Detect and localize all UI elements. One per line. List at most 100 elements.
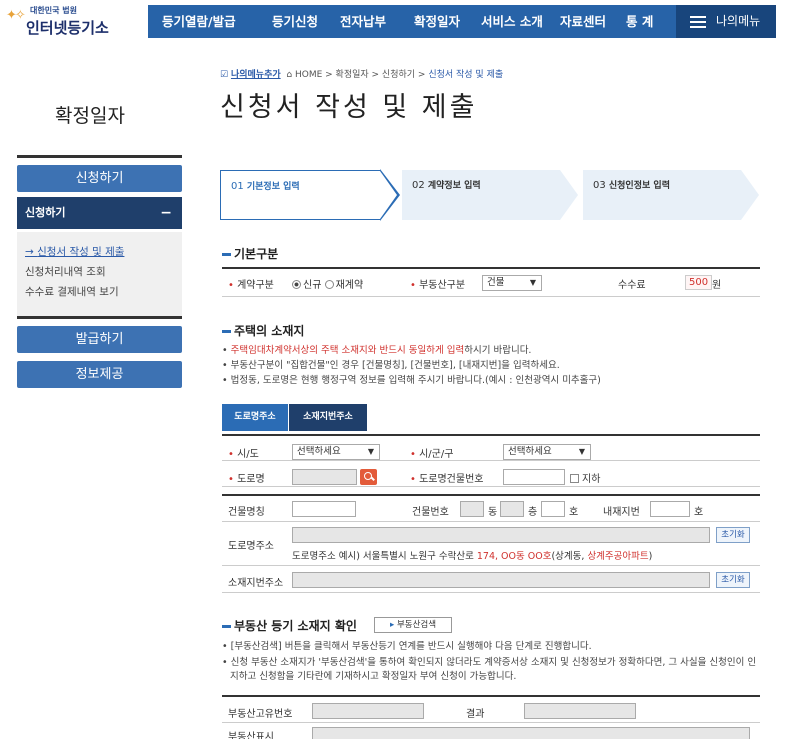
- nav-registry-view[interactable]: 등기열람/발급: [162, 5, 236, 38]
- lot-address-label: 소재지번주소: [228, 578, 284, 589]
- address-note-3: • 법정동, 도로명은 현행 행정구역 정보를 입력해 주시기 바랍니다.(예시…: [222, 375, 601, 386]
- road-address-field: [292, 527, 710, 543]
- section-address-head: 주택의 소재지: [222, 322, 304, 339]
- collapse-icon[interactable]: −: [160, 197, 172, 229]
- nav-resource-center[interactable]: 자료센터: [560, 5, 606, 38]
- sidebar-title: 확정일자: [55, 105, 125, 127]
- building-dong-field[interactable]: [460, 501, 484, 517]
- road-address-example: 도로명주소 예시) 서울특별시 노원구 수락산로 174, OO동 OO호(상계…: [292, 551, 653, 562]
- result-label: 결과: [466, 709, 485, 720]
- sidebar-item-write-apply[interactable]: → 신청서 작성 및 제출: [17, 242, 182, 262]
- sidebar-divider-2: [17, 316, 182, 319]
- nav-registry-apply[interactable]: 등기신청: [272, 5, 318, 38]
- table-top-line: [222, 267, 760, 269]
- road-name-label: • 도로명: [228, 474, 265, 485]
- nav-fixed-date[interactable]: 확정일자: [414, 5, 460, 38]
- section-title: 기본구분: [234, 247, 279, 261]
- step-label: 계약정보 입력: [427, 181, 481, 191]
- realty-type-label: • 부동산구분: [410, 280, 466, 291]
- section-confirm-head: 부동산 등기 소재지 확인: [222, 617, 357, 634]
- table-top-line: [222, 434, 760, 436]
- road-address-label: 도로명주소: [228, 541, 274, 552]
- address-note-2: • 부동산구분이 "집합건물"인 경우 [건물명칭], [건물번호], [내재지…: [222, 360, 560, 371]
- confirm-note-2: • 신청 부동산 소재지가 '부동산검색'을 통하여 확인되지 않더라도 계약증…: [222, 657, 757, 668]
- sidebar-item-history[interactable]: 신청처리내역 조회: [17, 262, 182, 282]
- building-ho-field[interactable]: [541, 501, 565, 517]
- unique-no-label: 부동산고유번호: [228, 709, 293, 720]
- nav-e-payment[interactable]: 전자납부: [340, 5, 386, 38]
- arrow-icon: ▸: [389, 620, 395, 630]
- dong-unit: 동: [488, 507, 498, 518]
- logo-subtitle: 대한민국 법원: [30, 6, 77, 15]
- table-line: [222, 565, 760, 566]
- table-top-line: [222, 695, 760, 697]
- step-1: 01 기본정보 입력: [220, 169, 400, 221]
- breadcrumb-current: 신청서 작성 및 제출: [428, 70, 504, 80]
- table-line: [222, 592, 760, 593]
- road-name-field[interactable]: [292, 469, 357, 485]
- table-line: [222, 486, 760, 487]
- contract-radio-group: 신규 재계약: [292, 276, 363, 291]
- inner-lot-field[interactable]: [650, 501, 690, 517]
- building-name-label: 건물명칭: [228, 507, 265, 518]
- reset-lot-button[interactable]: 초기화: [716, 572, 750, 588]
- sidebar-divider: [17, 155, 182, 158]
- step-2: 02 계약정보 입력: [402, 170, 582, 220]
- basement-checkbox[interactable]: 지하: [570, 470, 600, 485]
- confirm-note-3: 지하고 신청함을 기타란에 기재하시고 확정일자 부여 신청이 가능합니다.: [230, 671, 517, 682]
- sidebar-sub-head[interactable]: 신청하기 −: [17, 197, 182, 229]
- tab-lot-address[interactable]: 소재지번주소: [289, 404, 367, 431]
- section-basic-head: 기본구분: [222, 245, 278, 262]
- sido-select[interactable]: 선택하세요 ▼: [292, 444, 380, 460]
- address-note-1: • 주택임대차계약서상의 주택 소재지와 반드시 동일하게 입력하시기 바랍니다…: [222, 345, 532, 356]
- realty-type-select[interactable]: 건물 ▼: [482, 275, 542, 291]
- fee-value: 500: [685, 275, 713, 290]
- realty-search-button[interactable]: ▸ 부동산검색: [374, 617, 452, 633]
- page-title: 신청서 작성 및 제출: [220, 92, 478, 123]
- my-menu-button[interactable]: 나의메뉴: [676, 5, 776, 38]
- contract-type-label: • 계약구분: [228, 280, 274, 291]
- confirm-note-1: • [부동산검색] 버튼을 클릭해서 부동산등기 연계를 반드시 실행해야 다음…: [222, 641, 592, 652]
- tab-road-address[interactable]: 도로명주소: [222, 404, 288, 431]
- ho-unit: 호: [569, 507, 579, 518]
- radio-new[interactable]: 신규: [292, 280, 321, 291]
- step-label: 신청인정보 입력: [608, 181, 670, 191]
- road-search-button[interactable]: [360, 469, 377, 485]
- sigungu-select[interactable]: 선택하세요 ▼: [503, 444, 591, 460]
- sidebar-info-head[interactable]: 정보제공: [17, 361, 182, 388]
- step-num: 02: [412, 180, 425, 191]
- reset-road-button[interactable]: 초기화: [716, 527, 750, 543]
- inner-ho-unit: 호: [694, 507, 704, 518]
- building-floor-field[interactable]: [500, 501, 524, 517]
- building-name-field[interactable]: [292, 501, 356, 517]
- road-building-no-field[interactable]: [503, 469, 565, 485]
- site-logo[interactable]: ✦✧ 대한민국 법원 인터넷등기소: [4, 2, 139, 38]
- road-building-no-label: • 도로명건물번호: [410, 474, 484, 485]
- sidebar-links: → 신청서 작성 및 제출 신청처리내역 조회 수수료 결제내역 보기: [17, 232, 182, 316]
- step-num: 01: [231, 181, 244, 192]
- nav-service-intro[interactable]: 서비스 소개: [481, 5, 543, 38]
- breadcrumb: ☑ 나의메뉴추가 ⌂ HOME > 확정일자 > 신청하기 > 신청서 작성 및…: [220, 67, 503, 80]
- logo-emblem-icon: ✦✧: [6, 8, 26, 23]
- sidebar-issue-head[interactable]: 발급하기: [17, 326, 182, 353]
- fee-label: 수수료: [618, 280, 646, 291]
- step-3: 03 신청인정보 입력: [583, 170, 763, 220]
- table-line: [222, 296, 760, 297]
- sidebar-apply-head[interactable]: 신청하기: [17, 165, 182, 192]
- home-icon: ⌂: [286, 70, 293, 80]
- sidebar-sub-label: 신청하기: [25, 206, 66, 219]
- result-field: [524, 703, 636, 719]
- lot-address-field: [292, 572, 710, 588]
- radio-renew[interactable]: 재계약: [324, 280, 363, 291]
- table-line: [222, 722, 760, 723]
- unique-no-field: [312, 703, 424, 719]
- nav-statistics[interactable]: 통 계: [626, 5, 653, 38]
- sidebar-item-fee-history[interactable]: 수수료 결제내역 보기: [17, 282, 182, 302]
- table-top-line: [222, 494, 760, 496]
- add-my-menu-link[interactable]: 나의메뉴추가: [231, 70, 281, 80]
- inner-lot-label: 내재지번: [603, 507, 640, 518]
- table-line: [222, 521, 760, 522]
- table-line: [222, 460, 760, 461]
- check-icon: ☑: [220, 70, 229, 80]
- sidebar-item-label: 신청서 작성 및 제출: [37, 246, 125, 258]
